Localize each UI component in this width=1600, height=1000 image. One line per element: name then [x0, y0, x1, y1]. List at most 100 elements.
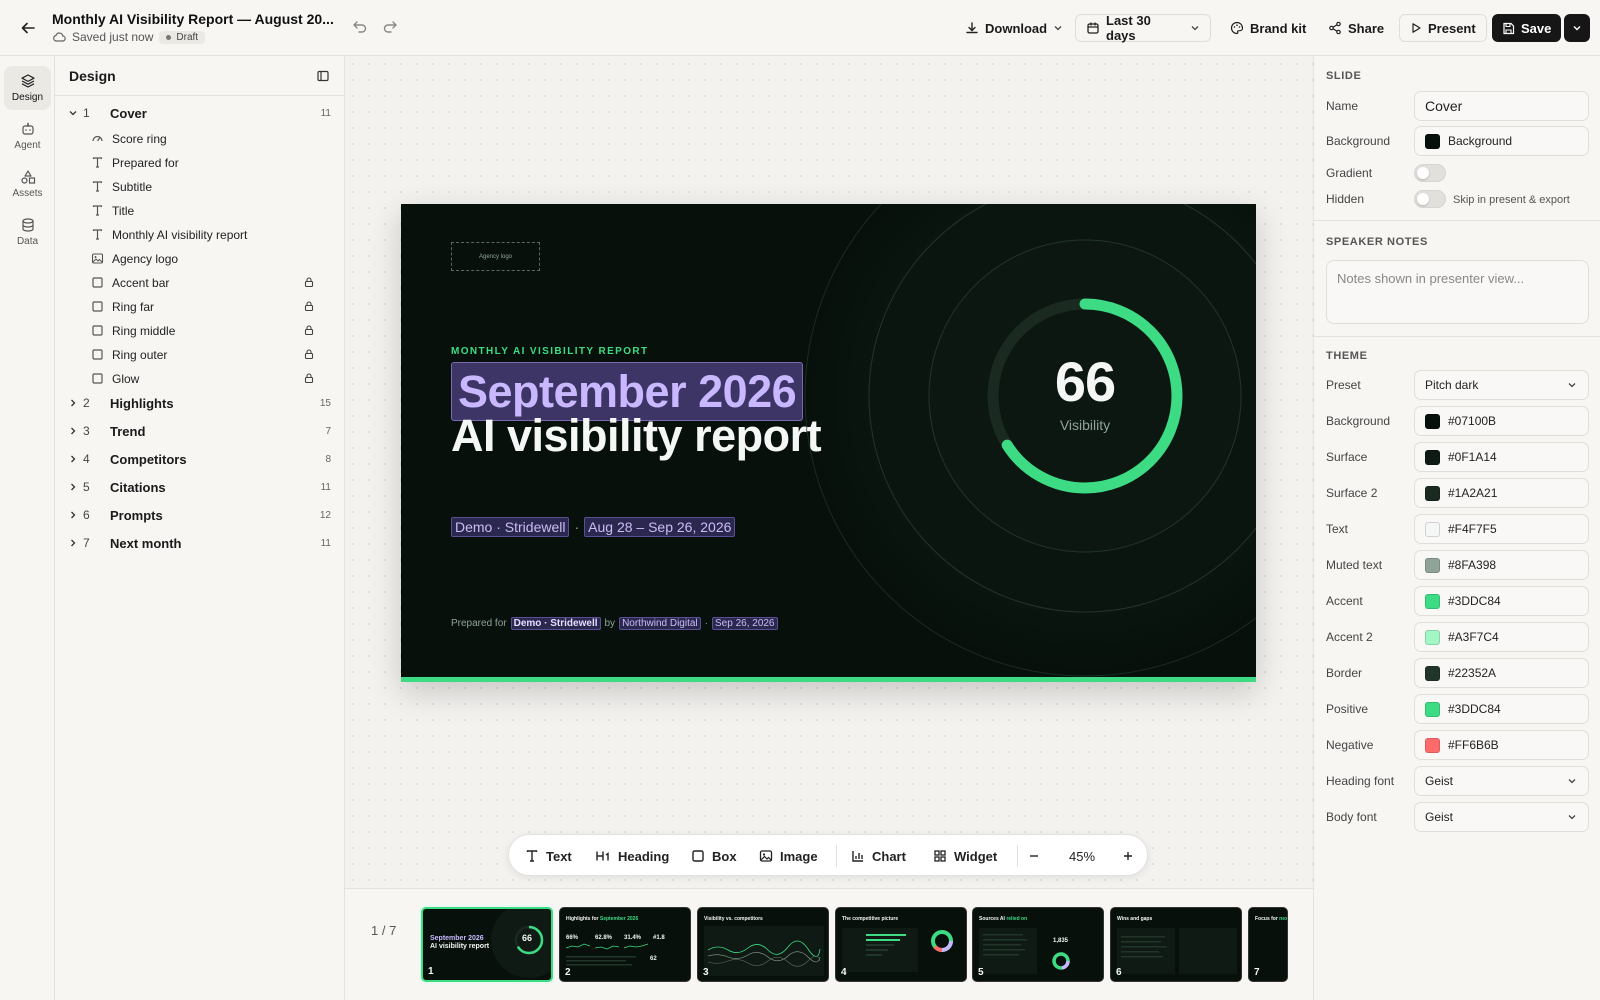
slide-thumb-1[interactable]: September 2026 AI visibility report 66 1: [421, 907, 553, 982]
share-button[interactable]: Share: [1318, 14, 1394, 42]
section-competitors[interactable]: 4 Competitors 8: [55, 445, 345, 473]
zoom-in-button[interactable]: [1121, 835, 1135, 877]
hidden-toggle[interactable]: [1414, 190, 1446, 208]
slide-cover[interactable]: Agency logo MONTHLY AI VISIBILITY REPORT…: [401, 204, 1256, 682]
text-tool[interactable]: Text: [525, 835, 572, 877]
color-swatch: [1425, 665, 1440, 681]
slide-thumb-5[interactable]: Sources AI relied on 1,835 5: [972, 907, 1104, 982]
chevron-right-icon[interactable]: [67, 537, 79, 549]
layer-item[interactable]: Ring far: [55, 295, 345, 319]
prepared-for[interactable]: Prepared for Demo · Stridewell by Northw…: [451, 617, 778, 630]
slide-thumb-3[interactable]: Visibility vs. competitors 3: [697, 907, 829, 982]
rail-data[interactable]: Data: [4, 210, 51, 254]
layer-item[interactable]: Glow: [55, 367, 345, 391]
layer-item[interactable]: Ring outer: [55, 343, 345, 367]
widget-tool[interactable]: Widget: [933, 835, 997, 877]
theme-color-input[interactable]: #FF6B6B: [1414, 730, 1589, 760]
speaker-notes-input[interactable]: Notes shown in presenter view...: [1326, 260, 1589, 324]
lock-icon[interactable]: [303, 300, 315, 312]
redo-icon[interactable]: [382, 18, 398, 34]
theme-color-input[interactable]: #1A2A21: [1414, 478, 1589, 508]
download-button[interactable]: Download: [955, 14, 1073, 42]
theme-color-input[interactable]: #F4F7F5: [1414, 514, 1589, 544]
chevron-right-icon[interactable]: [67, 425, 79, 437]
section-citations[interactable]: 5 Citations 11: [55, 473, 345, 501]
rail-agent[interactable]: Agent: [4, 114, 51, 158]
layer-item[interactable]: Monthly AI visibility report: [55, 223, 345, 247]
section-trend[interactable]: 3 Trend 7: [55, 417, 345, 445]
chevron-right-icon[interactable]: [67, 397, 79, 409]
undo-icon[interactable]: [352, 18, 368, 34]
slide-thumb-6[interactable]: Wins and gaps 6: [1110, 907, 1242, 982]
brand-kit-button[interactable]: Brand kit: [1220, 14, 1316, 42]
layer-name: Prepared for: [112, 156, 179, 170]
layer-item[interactable]: Title: [55, 199, 345, 223]
slide-name-input[interactable]: Cover: [1414, 91, 1589, 121]
slide-background-picker[interactable]: Background: [1414, 126, 1589, 156]
agency-logo[interactable]: Agency logo: [451, 242, 540, 271]
lock-icon[interactable]: [303, 276, 315, 288]
slide-thumb-2[interactable]: Highlights for September 2026 66% 62.8% …: [559, 907, 691, 982]
heading-icon: [595, 849, 611, 863]
chevron-down-icon: [1566, 775, 1578, 787]
client-chip: Demo · Stridewell: [451, 517, 570, 537]
back-arrow-icon[interactable]: [16, 16, 40, 40]
theme-color-input[interactable]: #3DDC84: [1414, 694, 1589, 724]
section-next-month[interactable]: 7 Next month 11: [55, 529, 345, 557]
lock-icon[interactable]: [303, 348, 315, 360]
gradient-label: Gradient: [1326, 166, 1373, 180]
box-tool[interactable]: Box: [691, 835, 737, 877]
layer-item[interactable]: Ring middle: [55, 319, 345, 343]
slide-kicker[interactable]: MONTHLY AI VISIBILITY REPORT: [451, 346, 649, 357]
layer-name: Glow: [112, 372, 140, 386]
gradient-toggle[interactable]: [1414, 164, 1446, 182]
layer-item[interactable]: Prepared for: [55, 151, 345, 175]
theme-color-input[interactable]: #3DDC84: [1414, 586, 1589, 616]
date-range-select[interactable]: Last 30 days: [1075, 13, 1211, 43]
theme-color-input[interactable]: #22352A: [1414, 658, 1589, 688]
heading-tool[interactable]: Heading: [595, 835, 669, 877]
sidebar-toggle-icon[interactable]: [316, 69, 330, 83]
zoom-out-button[interactable]: [1027, 835, 1041, 877]
section-cover[interactable]: 1 Cover 11: [55, 99, 345, 127]
rail-design[interactable]: Design: [4, 66, 51, 110]
chevron-right-icon[interactable]: [67, 453, 79, 465]
section-prompts[interactable]: 6 Prompts 12: [55, 501, 345, 529]
document-title[interactable]: Monthly AI Visibility Report — August 20…: [52, 11, 342, 27]
slide-subtitle[interactable]: Demo · Stridewell · Aug 28 – Sep 26, 202…: [451, 517, 736, 537]
chevron-down-icon[interactable]: [67, 107, 79, 119]
theme-color-input[interactable]: #8FA398: [1414, 550, 1589, 580]
present-button[interactable]: Present: [1399, 14, 1487, 42]
theme-color-input[interactable]: #07100B: [1414, 406, 1589, 436]
slide-title-line2[interactable]: AI visibility report: [451, 410, 822, 462]
accent-bar[interactable]: [401, 677, 1256, 682]
chart-tool[interactable]: Chart: [851, 835, 906, 877]
layer-item[interactable]: Subtitle: [55, 175, 345, 199]
theme-color-input[interactable]: #0F1A14: [1414, 442, 1589, 472]
chevron-right-icon[interactable]: [67, 481, 79, 493]
save-button[interactable]: Save: [1492, 14, 1561, 42]
layer-item[interactable]: Accent bar: [55, 271, 345, 295]
slide-thumb-4[interactable]: The competitive picture 4: [835, 907, 967, 982]
rail-assets[interactable]: Assets: [4, 162, 51, 206]
body-font-select[interactable]: Geist: [1414, 802, 1589, 832]
lock-icon[interactable]: [303, 324, 315, 336]
layer-name: Title: [112, 204, 135, 218]
canvas[interactable]: Agency logo MONTHLY AI VISIBILITY REPORT…: [345, 56, 1313, 888]
theme-color-label: Positive: [1326, 702, 1369, 716]
lock-icon[interactable]: [303, 372, 315, 384]
gauge-icon: [91, 132, 104, 145]
chevron-right-icon[interactable]: [67, 509, 79, 521]
theme-color-input[interactable]: #A3F7C4: [1414, 622, 1589, 652]
section-highlights[interactable]: 2 Highlights 15: [55, 389, 345, 417]
preset-select[interactable]: Pitch dark: [1414, 370, 1589, 400]
layer-item[interactable]: Score ring: [55, 127, 345, 151]
zoom-level[interactable]: 45%: [1069, 835, 1095, 877]
save-options-button[interactable]: [1564, 14, 1590, 42]
layer-item[interactable]: Agency logo: [55, 247, 345, 271]
image-tool[interactable]: Image: [759, 835, 818, 877]
heading-font-select[interactable]: Geist: [1414, 766, 1589, 796]
slide-thumb-7[interactable]: Focus for next 7: [1248, 907, 1288, 982]
plus-icon: [1121, 849, 1135, 863]
color-swatch: [1425, 737, 1440, 753]
